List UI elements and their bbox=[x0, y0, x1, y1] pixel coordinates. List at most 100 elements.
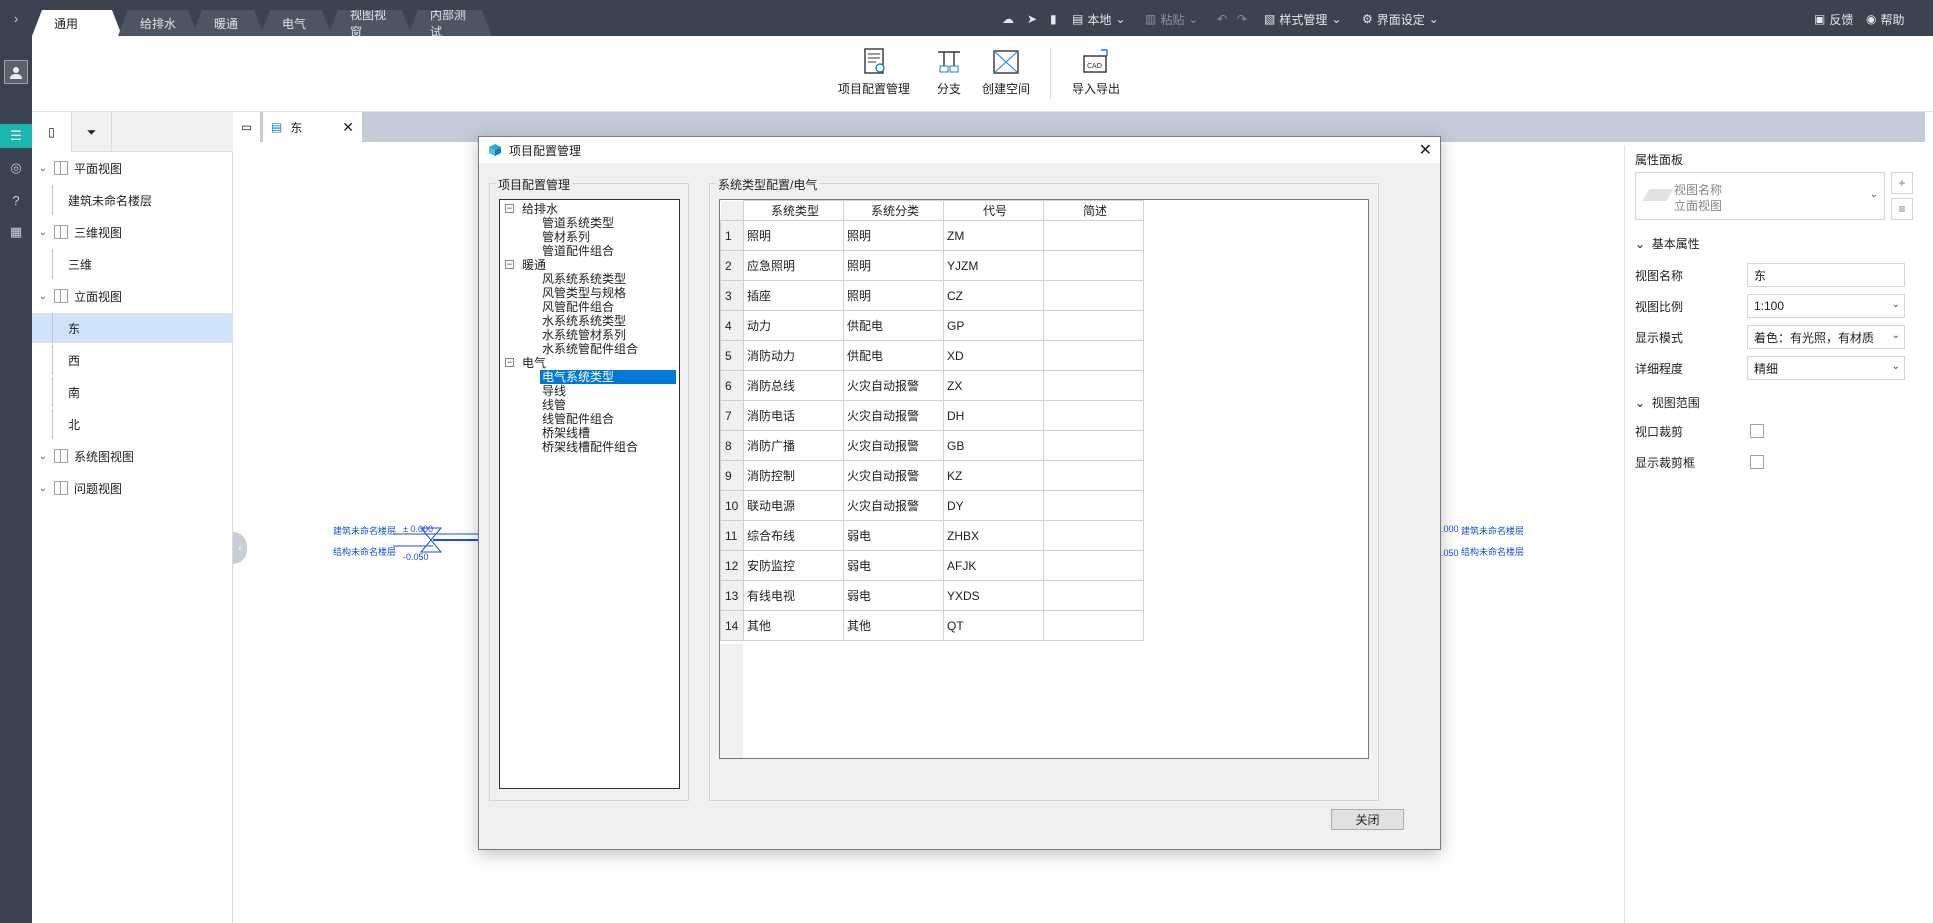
tree-node[interactable]: 东 bbox=[32, 313, 233, 343]
table-cell[interactable]: 火灾自动报警 bbox=[843, 430, 944, 461]
user-avatar-icon[interactable] bbox=[4, 60, 28, 84]
list-icon[interactable]: ☰ bbox=[0, 124, 32, 148]
table-cell[interactable] bbox=[1043, 310, 1144, 341]
close-button[interactable]: 关闭 bbox=[1331, 809, 1404, 830]
config-tree-item[interactable]: 风管配件组合 bbox=[540, 300, 616, 314]
table-cell[interactable] bbox=[1043, 250, 1144, 281]
collapse-sidebar-icon[interactable]: ‹ bbox=[233, 532, 247, 564]
tab-menu-icon[interactable]: ▭ bbox=[233, 112, 261, 142]
prop-value-field[interactable]: 东 bbox=[1747, 263, 1905, 287]
table-cell[interactable] bbox=[1043, 460, 1144, 491]
tab-water[interactable]: 给排水 bbox=[118, 10, 198, 36]
table-cell[interactable]: 综合布线 bbox=[743, 520, 844, 551]
expand-chevron-icon[interactable]: › bbox=[4, 6, 28, 30]
tree-node[interactable]: 北 bbox=[32, 409, 233, 439]
send-icon[interactable]: ➤ bbox=[1027, 10, 1037, 28]
col-header-type[interactable]: 系统类型 bbox=[743, 200, 844, 221]
close-icon[interactable]: ✕ bbox=[1419, 140, 1432, 160]
file-icon[interactable]: ▮ bbox=[1050, 10, 1057, 28]
table-cell[interactable]: 火灾自动报警 bbox=[843, 460, 944, 491]
table-cell[interactable]: DY bbox=[943, 490, 1044, 521]
tab-general[interactable]: 通用 bbox=[32, 10, 122, 36]
help-circle-icon[interactable]: ? bbox=[4, 188, 28, 212]
config-tree-item[interactable]: 水系统系统类型 bbox=[540, 314, 628, 328]
tree-node[interactable]: 建筑未命名楼层 bbox=[32, 185, 233, 215]
table-row[interactable]: 2 应急照明 照明 YJZM bbox=[720, 250, 1144, 281]
table-row[interactable]: 7 消防电话 火灾自动报警 DH bbox=[720, 400, 1144, 431]
config-tree-item[interactable]: 暖通 bbox=[520, 258, 548, 272]
table-cell[interactable]: ZX bbox=[943, 370, 1044, 401]
prop-value-field[interactable]: 精细 ⌄ bbox=[1747, 356, 1905, 380]
table-cell[interactable]: 消防电话 bbox=[743, 400, 844, 431]
chevron-down-icon[interactable]: ⌄ bbox=[36, 451, 50, 462]
collapse-icon[interactable]: − bbox=[505, 204, 514, 213]
tree-node[interactable]: ⌄ 系统图视图 bbox=[32, 441, 233, 471]
table-row[interactable]: 5 消防动力 供配电 XD bbox=[720, 340, 1144, 371]
undo-button[interactable]: ↶ bbox=[1217, 10, 1227, 28]
checkbox[interactable] bbox=[1750, 455, 1764, 469]
checkbox[interactable] bbox=[1750, 424, 1764, 438]
config-tree-item[interactable]: 管材系列 bbox=[540, 230, 592, 244]
table-cell[interactable]: 应急照明 bbox=[743, 250, 844, 281]
table-row[interactable]: 10 联动电源 火灾自动报警 DY bbox=[720, 490, 1144, 521]
table-cell[interactable]: YJZM bbox=[943, 250, 1044, 281]
table-row[interactable]: 14 其他 其他 QT bbox=[720, 610, 1144, 641]
redo-button[interactable]: ↷ bbox=[1237, 10, 1247, 28]
col-header-class[interactable]: 系统分类 bbox=[843, 200, 944, 221]
tree-node[interactable]: ⌄ 平面视图 bbox=[32, 153, 233, 183]
table-cell[interactable]: 弱电 bbox=[843, 520, 944, 551]
table-cell[interactable] bbox=[1043, 490, 1144, 521]
table-cell[interactable] bbox=[1043, 430, 1144, 461]
config-tree-item[interactable]: 给排水 bbox=[520, 202, 560, 216]
table-cell[interactable]: 照明 bbox=[743, 220, 844, 251]
help-button[interactable]: ◉ 帮助 bbox=[1866, 10, 1905, 28]
project-config-button[interactable]: 项目配置管理 bbox=[838, 48, 910, 97]
import-export-button[interactable]: CAD 导入导出 bbox=[1072, 48, 1120, 97]
table-cell[interactable]: CZ bbox=[943, 280, 1044, 311]
tab-hvac[interactable]: 暖通 bbox=[192, 10, 264, 36]
style-manage-dropdown[interactable]: ▧ 样式管理 ⌄ bbox=[1264, 10, 1341, 28]
config-tree-item[interactable]: 风系统系统类型 bbox=[540, 272, 628, 286]
feedback-button[interactable]: ▣ 反馈 bbox=[1814, 10, 1853, 28]
compass-icon[interactable]: ◎ bbox=[4, 156, 28, 180]
table-cell[interactable]: 弱电 bbox=[843, 550, 944, 581]
config-tree-item[interactable]: 管道配件组合 bbox=[540, 244, 616, 258]
collapse-icon[interactable]: − bbox=[505, 260, 514, 269]
table-cell[interactable]: ZM bbox=[943, 220, 1044, 251]
branch-button[interactable]: 分支 bbox=[934, 48, 964, 97]
table-cell[interactable]: DH bbox=[943, 400, 1044, 431]
table-cell[interactable]: QT bbox=[943, 610, 1044, 641]
table-cell[interactable]: 有线电视 bbox=[743, 580, 844, 611]
table-row[interactable]: 1 照明 照明 ZM bbox=[720, 220, 1144, 251]
table-cell[interactable] bbox=[1043, 610, 1144, 641]
table-cell[interactable] bbox=[1043, 340, 1144, 371]
config-tree-item[interactable]: 风管类型与规格 bbox=[540, 286, 628, 300]
table-row[interactable]: 13 有线电视 弱电 YXDS bbox=[720, 580, 1144, 611]
collapse-icon[interactable]: − bbox=[505, 358, 514, 367]
config-tree[interactable]: − 给排水 管道系统类型 管材系列 管道配件组合 − 暖通 风系统系统类型 风管类型与规格 风管配… bbox=[499, 199, 680, 789]
table-cell[interactable]: 联动电源 bbox=[743, 490, 844, 521]
grid-icon[interactable]: ▦ bbox=[4, 220, 28, 244]
table-cell[interactable]: 照明 bbox=[843, 280, 944, 311]
config-tree-item[interactable]: 线管 bbox=[540, 398, 568, 412]
table-cell[interactable]: 其他 bbox=[843, 610, 944, 641]
table-cell[interactable]: 弱电 bbox=[843, 580, 944, 611]
tree-node[interactable]: ⌄ 问题视图 bbox=[32, 473, 233, 503]
table-cell[interactable]: GP bbox=[943, 310, 1044, 341]
tree-node[interactable]: ⌄ 三维视图 bbox=[32, 217, 233, 247]
config-tree-item[interactable]: 管道系统类型 bbox=[540, 216, 616, 230]
tree-node[interactable]: ⌄ 立面视图 bbox=[32, 281, 233, 311]
table-cell[interactable] bbox=[1043, 280, 1144, 311]
tab-electric[interactable]: 电气 bbox=[260, 10, 332, 36]
col-header-desc[interactable]: 简述 bbox=[1043, 200, 1144, 221]
table-cell[interactable]: 消防控制 bbox=[743, 460, 844, 491]
table-cell[interactable]: 安防监控 bbox=[743, 550, 844, 581]
chevron-down-icon[interactable]: ⌄ bbox=[36, 163, 50, 174]
config-tree-item[interactable]: 桥架线槽 bbox=[540, 426, 592, 440]
settings-list-icon[interactable]: ≡ bbox=[1891, 198, 1913, 220]
panel-toggle-icon[interactable]: ▯ bbox=[32, 112, 72, 152]
table-cell[interactable]: 供配电 bbox=[843, 310, 944, 341]
close-icon[interactable]: ✕ bbox=[342, 119, 354, 136]
doc-tab-east[interactable]: ▤ 东 ✕ bbox=[263, 112, 363, 142]
table-cell[interactable]: 火灾自动报警 bbox=[843, 490, 944, 521]
